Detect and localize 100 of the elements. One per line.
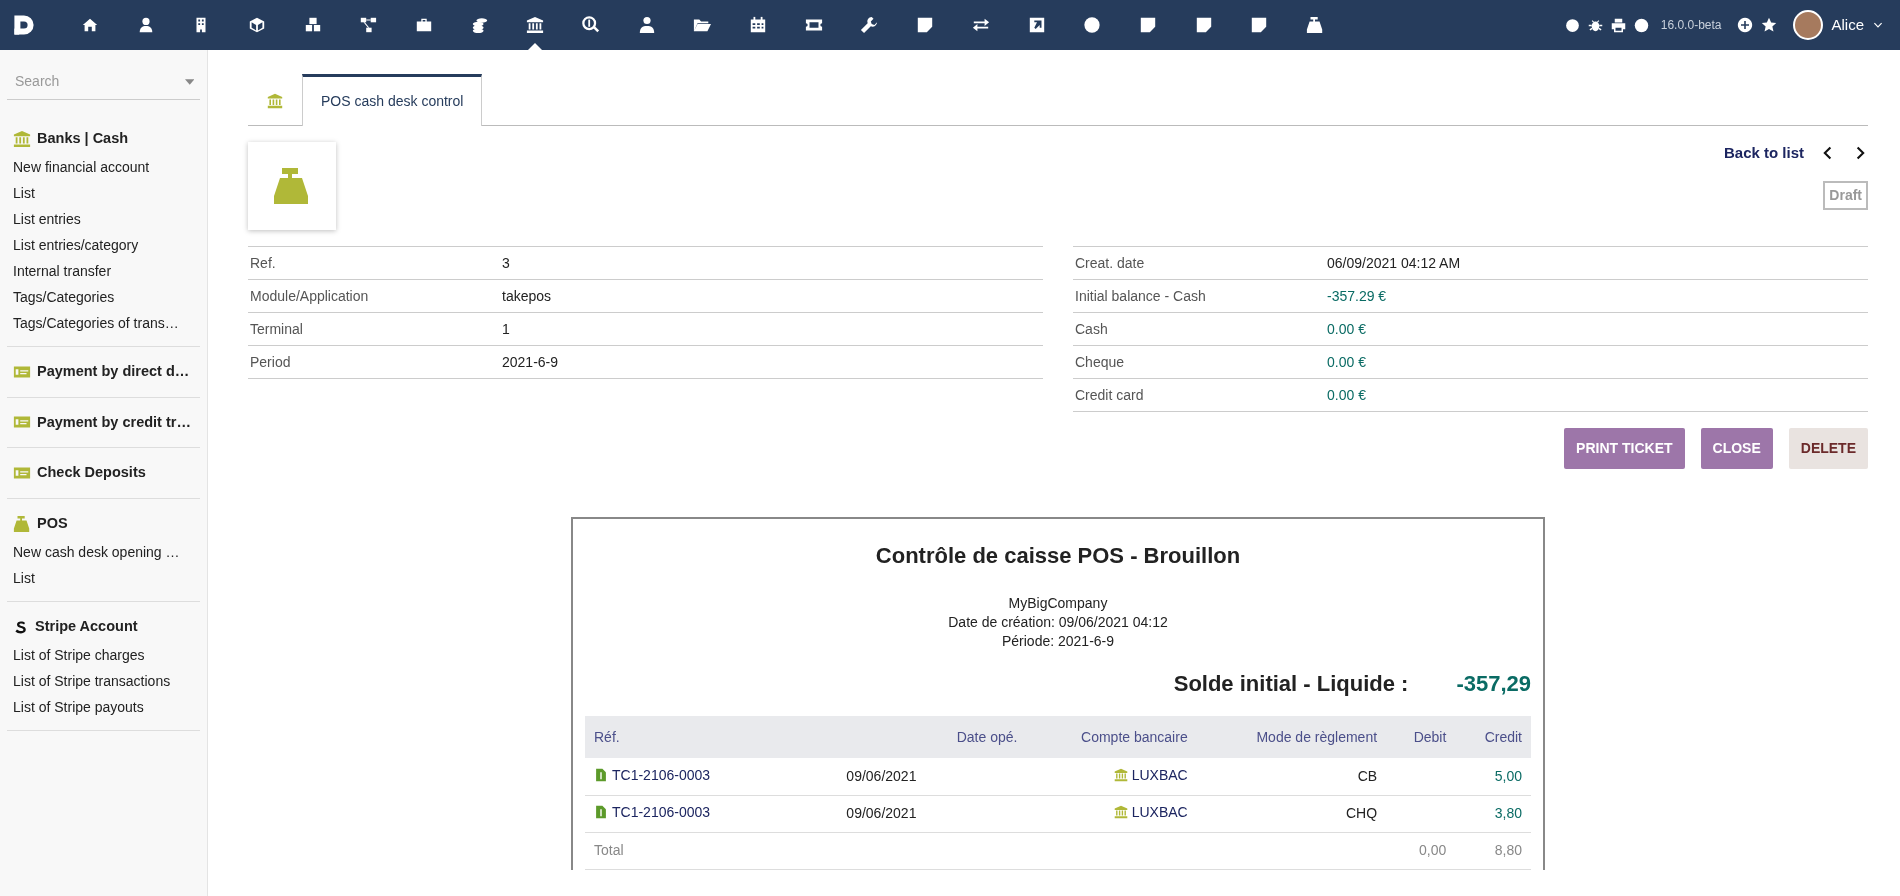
field-label: Cheque [1073,345,1325,379]
external-link-icon [1027,16,1046,34]
field-label: Period [248,345,500,379]
menu-section-title[interactable]: Banks | Cash [37,128,129,150]
menu-link[interactable]: List entries [7,205,200,232]
column-header: Date opé. [768,716,1027,758]
bank-icon [13,129,31,148]
briefcase-icon [414,16,433,34]
action-button[interactable]: PRINT TICKET [1564,428,1685,469]
table-cell: 5,00 [1494,767,1522,784]
balance-label: Solde initial - Liquide : [1173,670,1409,698]
ticket-link[interactable]: TC1-2106-0003 [594,801,711,823]
menu-section-title[interactable]: Stripe Account [35,615,138,638]
menu-link[interactable]: Tags/Categories [7,283,200,310]
field-value: 0.00 € [1325,312,1868,346]
field-label: Credit card [1073,378,1325,412]
person-icon [637,16,656,34]
menu-section-title[interactable]: Check Deposits [37,462,146,484]
table-cell: CHQ [1345,805,1378,821]
menu-link[interactable]: New cash desk opening … [7,538,200,565]
note-icon [1138,16,1157,34]
table-cell: 3,80 [1494,805,1522,821]
bug-icon[interactable] [1587,17,1603,33]
table-cell: 09/06/2021 [846,767,917,784]
menu-section-title[interactable]: Payment by credit tr… [37,411,191,434]
menu-link[interactable]: List of Stripe charges [7,641,200,668]
coins-icon [470,16,489,34]
field-label: Cash [1073,312,1325,346]
note-icon [916,16,935,34]
plus-icon[interactable] [1737,17,1754,33]
field-value: 3 [500,246,1043,280]
note-icon [1194,16,1213,34]
document-icon [594,768,608,782]
page-tab[interactable]: POS cash desk control [302,74,483,126]
menu-link[interactable]: List [7,564,200,591]
total-value: 0,00 [1419,842,1447,858]
field-label: Ref. [248,246,500,280]
dropdown-caret-icon[interactable] [184,78,194,85]
star-icon[interactable] [1761,17,1778,33]
avatar[interactable] [1793,10,1824,40]
print-icon[interactable] [1610,17,1626,33]
bank-icon [526,16,545,34]
user-name[interactable]: Alice [1831,13,1864,37]
menu-section-title[interactable]: POS [37,513,68,535]
bank-account-link[interactable]: LUXBAC [1113,764,1188,786]
column-header: Mode de règlement [1196,716,1387,758]
field-label: Terminal [248,312,500,346]
arrows-icon [971,16,990,34]
field-value: takepos [500,279,1043,313]
menu-link[interactable]: New financial account [7,153,200,180]
action-button[interactable]: DELETE [1788,428,1868,469]
document-icon [594,805,608,820]
search-field[interactable]: Search [13,70,185,93]
calendar-icon [749,16,768,34]
field-value: -357.29 € [1325,279,1868,313]
menu-link[interactable]: List [7,179,200,206]
field-label: Module/Application [248,279,500,313]
field-value: 0.00 € [1325,378,1868,412]
field-label: Creat. date [1073,246,1325,280]
receipt-info: MyBigCompany [1008,595,1108,611]
network-icon [359,16,378,34]
column-header: Debit [1386,716,1456,758]
note-icon [1250,16,1269,34]
menu-link[interactable]: List of Stripe payouts [7,693,200,720]
field-value: 2021-6-9 [500,345,1043,379]
s-logo-icon [13,618,29,635]
status-badge: Draft [1823,180,1868,210]
total-label: Total [594,842,624,858]
logo-icon[interactable] [12,13,36,37]
menu-link[interactable]: List entries/category [7,231,200,258]
menu-link[interactable]: Internal transfer [7,257,200,284]
home-icon [80,16,99,34]
receipt-info: Date de création: 09/06/2021 04:12 [948,614,1168,630]
bank-icon [1113,768,1128,782]
total-value: 8,80 [1494,842,1522,858]
menu-link[interactable]: List of Stripe transactions [7,667,200,694]
field-value: 1 [500,312,1043,346]
bank-account-link[interactable]: LUXBAC [1113,801,1188,823]
menu-link[interactable]: Tags/Categories of trans… [7,309,200,336]
column-header: Réf. [585,716,769,758]
ticket-link[interactable]: TC1-2106-0003 [594,764,711,786]
field-label: Initial balance - Cash [1073,279,1325,313]
bank-icon [1113,805,1128,820]
version-label: 16.0.0-beta [1660,17,1722,34]
cube-icon [247,16,266,34]
field-value: 06/09/2021 04:12 AM [1325,246,1868,280]
back-to-list-link[interactable]: Back to list [1723,142,1804,165]
receipt-info: Période: 2021-6-9 [1001,633,1115,649]
column-header: Credit [1455,716,1531,758]
column-header: Compte bancaire [1026,716,1197,758]
wrench-icon [860,16,879,34]
field-value: 0.00 € [1325,345,1868,379]
table-cell: 09/06/2021 [846,805,917,821]
cubes-icon [303,16,322,34]
action-button[interactable]: CLOSE [1700,428,1773,469]
balance-amount: -357,29 [1456,670,1531,698]
bank-icon [267,93,283,110]
table-cell: CB [1357,767,1378,784]
menu-section-title[interactable]: Payment by direct d… [37,360,190,383]
receipt-title: Contrôle de caisse POS - Brouillon [874,542,1242,570]
